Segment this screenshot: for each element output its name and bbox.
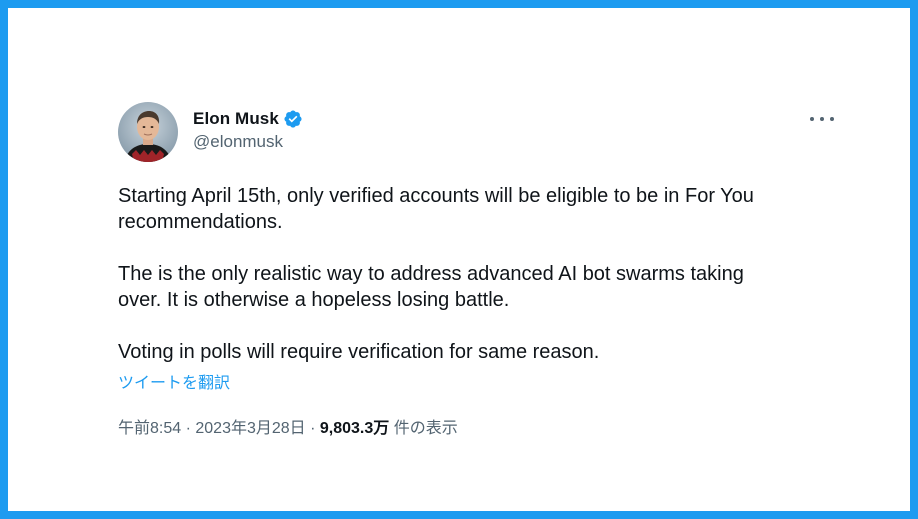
tweet-header: Elon Musk @elonmusk	[118, 102, 838, 172]
verified-badge-icon[interactable]	[283, 109, 303, 129]
author-name[interactable]: Elon Musk	[193, 109, 279, 129]
tweet-text-line: recommendations.	[118, 211, 283, 233]
tweet-text: Starting April 15th, only verified accou…	[118, 183, 838, 365]
more-dots-icon[interactable]	[810, 112, 834, 126]
tweet-text-line: The is the only realistic way to address…	[118, 263, 744, 285]
user-info: Elon Musk @elonmusk	[193, 106, 303, 152]
tweet-date[interactable]: 2023年3月28日	[195, 420, 305, 437]
tweet-card: Elon Musk @elonmusk Starting April 15th,…	[118, 102, 838, 438]
tweet-meta: 午前8:54 · 2023年3月28日 · 9,803.3万 件の表示	[118, 414, 838, 438]
avatar[interactable]	[118, 102, 178, 162]
tweet-text-line: Voting in polls will require verificatio…	[118, 341, 600, 363]
name-row: Elon Musk	[193, 106, 303, 132]
author-handle[interactable]: @elonmusk	[193, 132, 303, 152]
screenshot-frame: Elon Musk @elonmusk Starting April 15th,…	[0, 0, 918, 519]
tweet-text-line: Starting April 15th, only verified accou…	[118, 185, 754, 207]
views-count[interactable]: 9,803.3万	[320, 420, 389, 437]
meta-separator: ·	[305, 420, 320, 437]
tweet-text-line: over. It is otherwise a hopeless losing …	[118, 289, 510, 311]
meta-separator: ·	[181, 420, 196, 437]
translate-link[interactable]: ツイートを翻訳	[118, 369, 230, 393]
tweet-time[interactable]: 午前8:54	[118, 420, 181, 437]
avatar-image	[118, 102, 178, 162]
views-label: 件の表示	[389, 420, 458, 437]
